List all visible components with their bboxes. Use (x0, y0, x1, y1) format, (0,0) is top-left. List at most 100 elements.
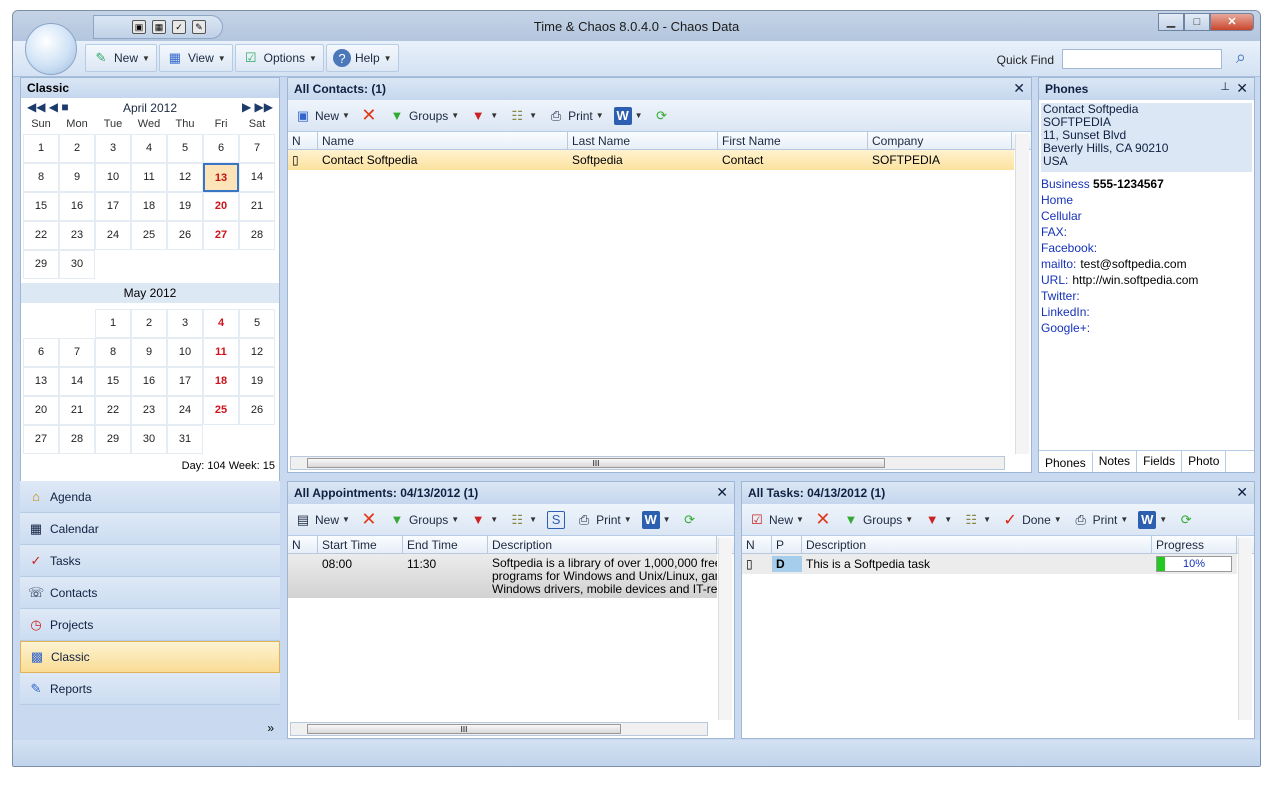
calendar-day[interactable]: 25 (203, 396, 239, 425)
app-orb-button[interactable] (25, 23, 77, 75)
horizontal-scrollbar[interactable]: III (290, 722, 708, 736)
nav-tasks[interactable]: ✓ Tasks (20, 545, 280, 577)
col-last-name[interactable]: Last Name (568, 132, 718, 149)
calendar-day[interactable]: 29 (95, 425, 131, 454)
calendar-icon[interactable]: ▦ (152, 20, 166, 34)
tab-fields[interactable]: Fields (1137, 451, 1183, 472)
minimize-button[interactable]: ▁ (1158, 13, 1184, 31)
calendar-day[interactable]: 12 (167, 163, 203, 192)
close-icon[interactable]: ✕ (1236, 80, 1248, 97)
groups-button[interactable]: ▼ Groups ▼ (384, 507, 463, 533)
calendar-day[interactable]: 4 (131, 134, 167, 163)
col-priority[interactable]: P (772, 536, 802, 553)
phone-linkedin[interactable]: LinkedIn: (1041, 304, 1252, 320)
calendar-day[interactable]: 22 (23, 221, 59, 250)
calendar-day[interactable]: 2 (131, 309, 167, 338)
tree-view-button[interactable]: ☷ ▼ (504, 507, 541, 533)
nav-classic[interactable]: ▩ Classic (20, 641, 280, 673)
calendar-day[interactable]: 27 (203, 221, 239, 250)
refresh-button[interactable]: ⟳ (649, 103, 675, 129)
word-export-button[interactable]: W ▼ (610, 103, 647, 129)
col-description[interactable]: Description (488, 536, 717, 553)
prev-month-icon[interactable]: ◀◀ ◀ ■ (27, 100, 69, 114)
phone-home[interactable]: Home (1041, 192, 1252, 208)
phone-fax[interactable]: FAX: (1041, 224, 1252, 240)
delete-button[interactable]: ✕ (356, 103, 382, 129)
calendar-day[interactable]: 1 (95, 309, 131, 338)
print-button[interactable]: ⎙ Print ▼ (571, 507, 636, 533)
calendar-day[interactable]: 17 (167, 367, 203, 396)
calendar-day[interactable]: 15 (95, 367, 131, 396)
filter-button[interactable]: ▼ ▼ (919, 507, 956, 533)
next-month-icon[interactable]: ▶ ▶▶ (242, 100, 273, 114)
help-button[interactable]: ? Help ▼ (325, 44, 399, 72)
calendar-day[interactable]: 14 (59, 367, 95, 396)
calendar-day[interactable]: 10 (95, 163, 131, 192)
col-description[interactable]: Description (802, 536, 1152, 553)
close-icon[interactable]: ✕ (1236, 484, 1248, 501)
phone-twitter[interactable]: Twitter: (1041, 288, 1252, 304)
nav-projects[interactable]: ◷ Projects (20, 609, 280, 641)
calendar-day[interactable]: 19 (239, 367, 275, 396)
delete-button[interactable]: ✕ (356, 507, 382, 533)
refresh-button[interactable]: ⟳ (1173, 507, 1199, 533)
note-icon[interactable]: ✎ (192, 20, 206, 34)
calendar-day[interactable]: 3 (167, 309, 203, 338)
new-appointment-button[interactable]: ▤ New ▼ (290, 507, 354, 533)
filter-button[interactable]: ▼ ▼ (465, 507, 502, 533)
pin-icon[interactable]: ⊥ (1220, 80, 1230, 93)
print-button[interactable]: ⎙ Print ▼ (543, 103, 608, 129)
calendar-day[interactable]: 23 (59, 221, 95, 250)
word-export-button[interactable]: W ▼ (1134, 507, 1171, 533)
calendar-day[interactable]: 24 (167, 396, 203, 425)
view-button[interactable]: ▦ View ▼ (158, 44, 233, 72)
word-export-button[interactable]: W ▼ (638, 507, 675, 533)
calendar-day[interactable]: 8 (95, 338, 131, 367)
calendar-day[interactable]: 7 (59, 338, 95, 367)
refresh-button[interactable]: ⟳ (677, 507, 703, 533)
calendar-day[interactable]: 6 (23, 338, 59, 367)
calendar-day[interactable]: 21 (59, 396, 95, 425)
done-button[interactable]: ✓ Done ▼ (997, 507, 1066, 533)
col-progress[interactable]: Progress (1152, 536, 1237, 553)
close-icon[interactable]: ✕ (1013, 80, 1025, 97)
calendar-day[interactable]: 5 (239, 309, 275, 338)
tree-view-button[interactable]: ☷ ▼ (504, 103, 541, 129)
phone-facebook[interactable]: Facebook: (1041, 240, 1252, 256)
calendar-day[interactable]: 5 (167, 134, 203, 163)
calendar-day[interactable]: 18 (131, 192, 167, 221)
calendar-day[interactable]: 30 (59, 250, 95, 279)
calendar-day[interactable]: 16 (131, 367, 167, 396)
horizontal-scrollbar[interactable]: III (290, 456, 1005, 470)
tasks-icon[interactable]: ✓ (172, 20, 186, 34)
nav-agenda[interactable]: ⌂ Agenda (20, 481, 280, 513)
calendar-day[interactable]: 11 (203, 338, 239, 367)
phone-mailto[interactable]: mailto: test@softpedia.com (1041, 256, 1252, 272)
nav-calendar[interactable]: ▦ Calendar (20, 513, 280, 545)
calendar-day[interactable]: 15 (23, 192, 59, 221)
nav-contacts[interactable]: ☏ Contacts (20, 577, 280, 609)
calendar-day[interactable]: 30 (131, 425, 167, 454)
calendar-day[interactable]: 7 (239, 134, 275, 163)
groups-button[interactable]: ▼ Groups ▼ (384, 103, 463, 129)
calendar-day[interactable]: 20 (23, 396, 59, 425)
print-button[interactable]: ⎙ Print ▼ (1068, 507, 1133, 533)
calendar-day[interactable]: 26 (167, 221, 203, 250)
calendar-day[interactable]: 23 (131, 396, 167, 425)
calendar-day[interactable]: 21 (239, 192, 275, 221)
calendar-day[interactable]: 10 (167, 338, 203, 367)
calendar-day[interactable]: 17 (95, 192, 131, 221)
calendar-day[interactable]: 27 (23, 425, 59, 454)
quick-find-input[interactable] (1062, 49, 1222, 69)
calendar-day[interactable]: 2 (59, 134, 95, 163)
col-company[interactable]: Company (868, 132, 1012, 149)
vertical-scrollbar[interactable] (1015, 134, 1029, 454)
vertical-scrollbar[interactable] (718, 538, 732, 720)
calendar-day[interactable]: 3 (95, 134, 131, 163)
more-chevron-icon[interactable]: » (267, 721, 274, 735)
col-name[interactable]: Name (318, 132, 568, 149)
col-end-time[interactable]: End Time (403, 536, 488, 553)
calendar-day[interactable]: 22 (95, 396, 131, 425)
table-row[interactable]: 08:00 11:30 Softpedia is a library of ov… (288, 554, 717, 598)
calendar-day[interactable]: 25 (131, 221, 167, 250)
